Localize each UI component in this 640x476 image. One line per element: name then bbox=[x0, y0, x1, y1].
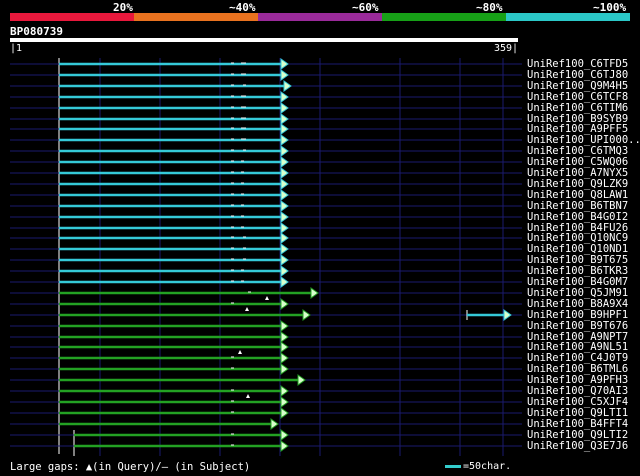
hit-label[interactable]: UniRef100_Q10NC9 bbox=[527, 233, 628, 244]
hit-arrow-head bbox=[283, 80, 292, 92]
query-gap-mark bbox=[246, 394, 250, 398]
hit-arrow-head bbox=[280, 102, 289, 114]
hit-arrow-head bbox=[280, 167, 289, 179]
hit-label[interactable]: UniRef100_Q9LTI2 bbox=[527, 430, 628, 441]
hit-arrow-head bbox=[280, 363, 289, 375]
query-gap-mark bbox=[238, 350, 242, 354]
hit-arrow-head bbox=[280, 341, 289, 353]
hit-arrow-head bbox=[280, 407, 289, 419]
hit-arrow-head bbox=[302, 309, 311, 321]
hit-label[interactable]: UniRef100_C6TMQ3 bbox=[527, 146, 628, 157]
hit-label[interactable]: UniRef100_B6TML6 bbox=[527, 364, 628, 375]
hit-arrow-head bbox=[297, 374, 306, 386]
hit-label[interactable]: UniRef100_C6TJ80 bbox=[527, 70, 628, 81]
scale-swatch bbox=[445, 464, 461, 468]
hit-arrow-head bbox=[280, 200, 289, 212]
hit-label[interactable]: UniRef100_B9HPF1 bbox=[527, 310, 628, 321]
hit-arrow-head bbox=[280, 113, 289, 125]
hit-arrow-head bbox=[280, 352, 289, 364]
hit-arrow-head bbox=[280, 243, 289, 255]
hit-label[interactable]: UniRef100_A9PFH3 bbox=[527, 375, 628, 386]
hit-arrow-head bbox=[280, 91, 289, 103]
hit-label[interactable]: UniRef100_A9NL51 bbox=[527, 342, 628, 353]
hit-arrow-head bbox=[280, 396, 289, 408]
hit-arrow-head bbox=[310, 287, 319, 299]
hit-arrow-head bbox=[280, 254, 289, 266]
hit-label[interactable]: UniRef100_Q3E7J6 bbox=[527, 441, 628, 452]
hit-label[interactable]: UniRef100_Q10ND1 bbox=[527, 244, 628, 255]
hit-arrow-head bbox=[280, 178, 289, 190]
query-gap-mark bbox=[265, 296, 269, 300]
gap-legend: Large gaps: ▲(in Query)/– (in Subject) bbox=[10, 461, 251, 473]
hit-label[interactable]: UniRef100_Q70AI3 bbox=[527, 386, 628, 397]
hit-arrow-head bbox=[280, 69, 289, 81]
hit-label[interactable]: UniRef100_B4FFT4 bbox=[527, 419, 628, 430]
hit-arrow-head bbox=[280, 232, 289, 244]
hit-arrow-head bbox=[280, 385, 289, 397]
scale-legend: =50char. bbox=[445, 461, 511, 472]
hit-arrow-head bbox=[280, 123, 289, 135]
scale-legend-text: =50char. bbox=[463, 461, 512, 472]
hit-arrow-head bbox=[280, 440, 289, 452]
hit-arrow-head bbox=[280, 298, 289, 310]
hit-label[interactable]: UniRef100_B8A9X4 bbox=[527, 299, 628, 310]
hit-label[interactable]: UniRef100_Q5JM91 bbox=[527, 288, 628, 299]
hit-arrow-head bbox=[280, 189, 289, 201]
hit-arrow-head bbox=[280, 58, 289, 70]
hit-label[interactable]: UniRef100_Q9LZK9 bbox=[527, 179, 628, 190]
hit-arrow-head bbox=[280, 276, 289, 288]
hit-arrow-head bbox=[280, 429, 289, 441]
hit-label[interactable]: UniRef100_B4G0I2 bbox=[527, 212, 628, 223]
hit-label[interactable]: UniRef100_A9PFF5 bbox=[527, 124, 628, 135]
hit-label[interactable]: UniRef100_C6TFD5 bbox=[527, 59, 628, 70]
hit-label[interactable]: UniRef100_C5XJF4 bbox=[527, 397, 628, 408]
hit-label[interactable]: UniRef100_B4G0M7 bbox=[527, 277, 628, 288]
hit-label[interactable]: UniRef100_C4J0T9 bbox=[527, 353, 628, 364]
hit-arrow-head bbox=[280, 320, 289, 332]
hit-arrow-head bbox=[280, 331, 289, 343]
hit-label[interactable]: UniRef100_C6TIM6 bbox=[527, 103, 628, 114]
hit-arrow-head bbox=[270, 418, 279, 430]
hit-arrow-head bbox=[503, 309, 512, 321]
hit-label[interactable]: UniRef100_C6TCF8 bbox=[527, 92, 628, 103]
hit-arrow-head bbox=[280, 145, 289, 157]
hit-arrow-head bbox=[280, 134, 289, 146]
hit-arrow-head bbox=[280, 222, 289, 234]
hit-arrow-head bbox=[280, 211, 289, 223]
hit-label[interactable]: UniRef100_B6TKR3 bbox=[527, 266, 628, 277]
hit-label[interactable]: UniRef100_A7NYX5 bbox=[527, 168, 628, 179]
hit-label[interactable]: UniRef100_C5WQ06 bbox=[527, 157, 628, 168]
hit-label[interactable]: UniRef100_B6TBN7 bbox=[527, 201, 628, 212]
hit-label[interactable]: UniRef100_Q9M4H5 bbox=[527, 81, 628, 92]
hit-label[interactable]: UniRef100_Q9LTI1 bbox=[527, 408, 628, 419]
hit-label[interactable]: UniRef100_UPI000.. bbox=[527, 135, 640, 146]
hit-arrow-head bbox=[280, 156, 289, 168]
hit-label[interactable]: UniRef100_Q8LAW1 bbox=[527, 190, 628, 201]
hit-label[interactable]: UniRef100_B9T676 bbox=[527, 321, 628, 332]
query-gap-mark bbox=[245, 307, 249, 311]
hit-arrow-head bbox=[280, 265, 289, 277]
hit-label[interactable]: UniRef100_B9T675 bbox=[527, 255, 628, 266]
